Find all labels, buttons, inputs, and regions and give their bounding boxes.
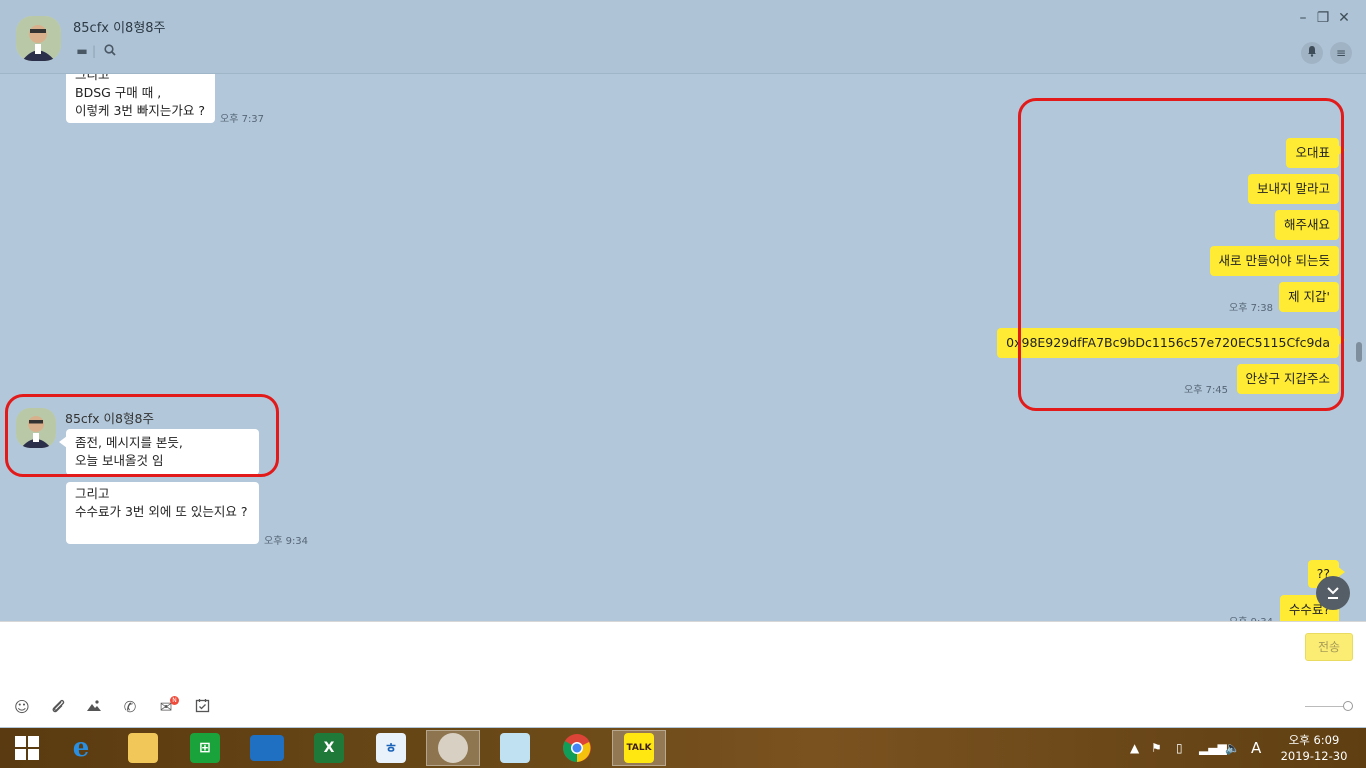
store-icon[interactable]: ⊞	[178, 730, 232, 766]
notification-bell-icon[interactable]	[1301, 42, 1323, 64]
hangul-icon[interactable]: ㅎ	[364, 730, 418, 766]
incoming-message[interactable]: 그리고 BDSG 구매 때 , 이렇케 3번 빠지는가요 ?	[66, 74, 215, 123]
kakaotalk-icon[interactable]: TALK	[612, 730, 666, 766]
divider: |	[92, 44, 97, 58]
attach-file-icon[interactable]	[49, 698, 67, 716]
kakaotalk-label: TALK	[624, 733, 654, 763]
room-title: 85cfx 이8형8주	[73, 21, 166, 36]
message-text: 그리고	[75, 74, 110, 82]
search-icon[interactable]	[103, 44, 117, 58]
restore-icon[interactable]: ❐	[1315, 10, 1331, 26]
image-icon[interactable]	[85, 698, 103, 716]
flag-icon[interactable]: ⚑	[1151, 728, 1162, 768]
send-button[interactable]: 전송	[1305, 633, 1353, 661]
slider-knob[interactable]	[1343, 701, 1353, 711]
excel-icon[interactable]: X	[302, 730, 356, 766]
emoticon-icon[interactable]: ☺	[13, 698, 31, 716]
ie-browser-icon[interactable]: e	[54, 730, 108, 766]
transparency-slider[interactable]	[1305, 706, 1345, 707]
notepad-icon[interactable]	[488, 730, 542, 766]
chat-header: 85cfx 이8형8주 ▬ | – ❐ ✕ ≡	[0, 0, 1366, 74]
message-time: 오후 9:34	[264, 536, 309, 547]
menu-icon[interactable]: ≡	[1330, 42, 1352, 64]
ime-indicator[interactable]: A	[1251, 728, 1261, 768]
chrome-icon[interactable]	[550, 730, 604, 766]
scrollbar[interactable]	[1356, 342, 1362, 362]
call-icon[interactable]: ✆	[121, 698, 139, 716]
message-text: 수수료가 3번 외에 또 있는지요 ?	[75, 504, 248, 519]
drawer-icon[interactable]: ▬	[75, 44, 89, 58]
network-icon[interactable]: ▂▄▆	[1199, 728, 1227, 768]
paint-icon[interactable]	[426, 730, 480, 766]
show-hidden-icons[interactable]: ▲	[1130, 728, 1139, 768]
calendar-icon[interactable]	[193, 698, 211, 716]
clock-time: 오후 6:09	[1288, 733, 1340, 747]
highlight-annotation	[5, 394, 279, 477]
message-text: 이렇케 3번 빠지는가요 ?	[75, 103, 206, 118]
start-button[interactable]	[0, 730, 54, 766]
scroll-to-bottom-icon[interactable]	[1316, 576, 1350, 610]
chat-messages[interactable]: 그리고 BDSG 구매 때 , 이렇케 3번 빠지는가요 ? 오후 7:37 오…	[0, 74, 1366, 621]
device-icon[interactable]: ▯	[1176, 728, 1183, 768]
file-explorer-icon[interactable]	[116, 730, 170, 766]
message-text: BDSG 구매 때 ,	[75, 85, 162, 100]
volume-icon[interactable]: 🔈	[1225, 728, 1240, 768]
clock-date: 2019-12-30	[1280, 749, 1348, 763]
profile-avatar[interactable]	[16, 16, 61, 61]
highlight-annotation	[1018, 98, 1344, 411]
close-icon[interactable]: ✕	[1336, 10, 1352, 26]
incoming-message[interactable]: 그리고 수수료가 3번 외에 또 있는지요 ?	[66, 482, 259, 544]
message-text: 그리고	[75, 486, 110, 501]
message-time: 오후 9:34	[1229, 613, 1273, 621]
new-badge: N	[170, 696, 179, 705]
minimize-icon[interactable]: –	[1295, 10, 1311, 26]
message-time: 오후 7:37	[220, 114, 265, 125]
message-input-area[interactable]: 전송 ☺ ✆ ✉ N	[0, 621, 1366, 727]
lenovo-monitor-icon[interactable]	[240, 730, 294, 766]
taskbar: e ⊞ X ㅎ TALK ▲ ⚑ ▯ ▂▄▆ 🔈 A 오후 6:09 2019-…	[0, 728, 1366, 768]
system-clock[interactable]: 오후 6:09 2019-12-30	[1276, 732, 1352, 764]
